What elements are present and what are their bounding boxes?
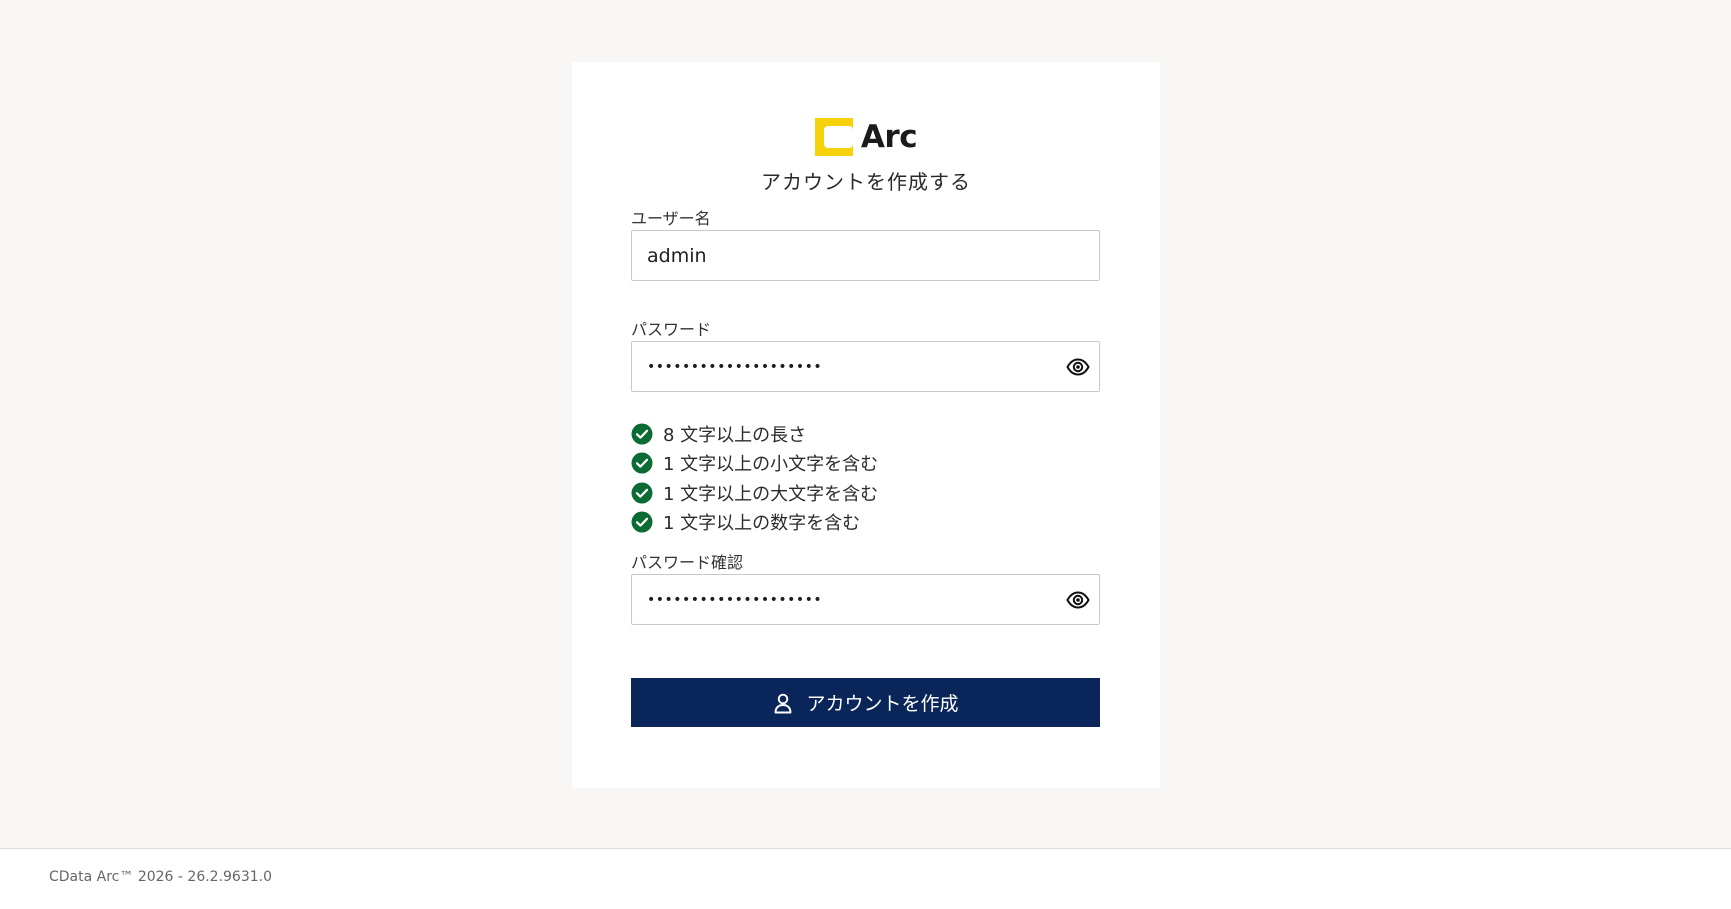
page-subtitle: アカウントを作成する [761, 170, 971, 194]
create-account-button[interactable]: アカウントを作成 [631, 678, 1100, 727]
show-confirm-password-toggle[interactable] [1065, 587, 1091, 613]
brand-name: Arc [860, 119, 918, 155]
arc-logo-icon [814, 118, 853, 156]
password-rule-text: 1 文字以上の数字を含む [663, 513, 861, 535]
password-label: パスワード [631, 320, 712, 339]
confirm-password-input[interactable]: •••••••••••••••••••• [631, 574, 1100, 625]
create-account-button-label: アカウントを作成 [806, 693, 959, 715]
version-text: CData Arc™ 2026 - 26.2.9631.0 [49, 869, 273, 885]
eye-icon [1066, 591, 1090, 609]
username-input[interactable]: admin [631, 230, 1100, 281]
eye-icon [1066, 358, 1090, 376]
show-password-toggle[interactable] [1065, 354, 1091, 380]
check-circle-icon [631, 511, 653, 533]
password-rule-text: 8 文字以上の長さ [663, 424, 807, 446]
confirm-password-value: •••••••••••••••••••• [647, 591, 823, 608]
password-rule: 1 文字以上の大文字を含む [631, 478, 878, 508]
confirm-password-label: パスワード確認 [631, 553, 744, 572]
password-rules-list: 8 文字以上の長さ 1 文字以上の小文字を含む 1 文字以上の大文字を含む 1 … [631, 419, 878, 537]
username-label: ユーザー名 [631, 209, 711, 228]
password-rule-text: 1 文字以上の小文字を含む [663, 454, 879, 476]
password-rule: 1 文字以上の数字を含む [631, 508, 878, 538]
brand-header: Arc [572, 118, 1160, 156]
password-value: •••••••••••••••••••• [647, 358, 823, 375]
check-circle-icon [631, 452, 653, 474]
user-icon [775, 693, 792, 713]
create-account-card: Arc アカウントを作成する ユーザー名 admin パスワード •••••••… [572, 62, 1160, 788]
check-circle-icon [631, 423, 653, 445]
check-circle-icon [631, 482, 653, 504]
password-input[interactable]: •••••••••••••••••••• [631, 341, 1100, 392]
password-rule: 8 文字以上の長さ [631, 419, 878, 449]
password-rule: 1 文字以上の小文字を含む [631, 449, 878, 479]
footer: CData Arc™ 2026 - 26.2.9631.0 [0, 848, 1731, 909]
password-rule-text: 1 文字以上の大文字を含む [663, 483, 879, 505]
username-value: admin [647, 244, 707, 267]
